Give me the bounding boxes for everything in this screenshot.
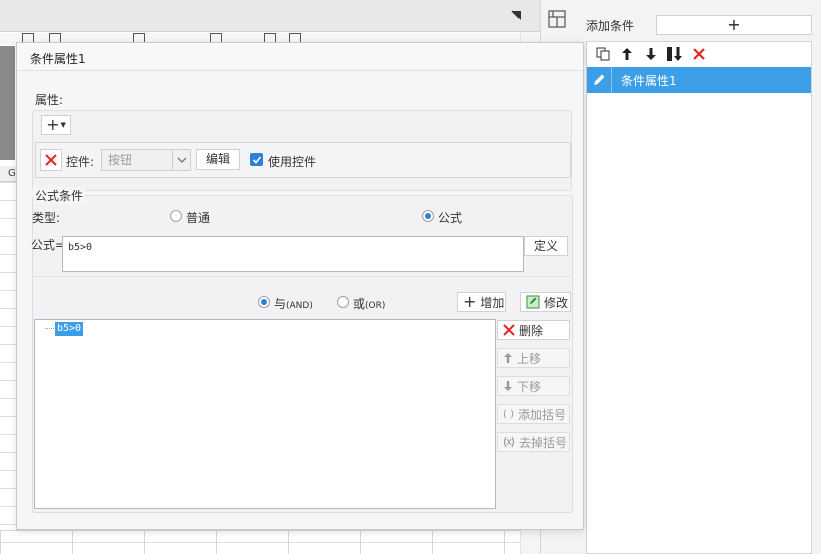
- condition-tree[interactable]: b5>0: [34, 319, 496, 509]
- condition-item-label: 条件属性1: [621, 73, 677, 88]
- check-icon: [252, 155, 261, 164]
- parentheses-icon: ( ): [503, 408, 514, 420]
- delete-condition-button[interactable]: 删除: [497, 320, 570, 340]
- remove-parentheses-button-label: 去掉括号: [519, 435, 568, 450]
- divider: [33, 276, 571, 277]
- chevron-down-icon: [172, 150, 190, 170]
- logic-and-radio[interactable]: [258, 296, 270, 308]
- add-condition-item-button[interactable]: + 增加: [457, 292, 506, 312]
- control-select-value: 按钮: [108, 153, 133, 167]
- modify-icon: [526, 295, 540, 309]
- type-normal-label: 普通: [186, 211, 211, 225]
- plus-icon: +: [727, 15, 741, 34]
- control-select[interactable]: 按钮: [101, 149, 191, 171]
- layout-icon[interactable]: [546, 8, 568, 30]
- properties-legend: 属性:: [33, 91, 66, 108]
- delete-icon: [45, 154, 57, 166]
- dialog-title-bar: 条件属性1: [17, 43, 583, 71]
- dialog-title: 条件属性1: [30, 52, 86, 66]
- type-formula-radio[interactable]: [422, 210, 434, 222]
- logic-or-code: (OR): [365, 301, 386, 311]
- copy-icon[interactable]: [593, 44, 613, 64]
- move-up-button[interactable]: 上移: [497, 348, 570, 368]
- add-button-label: 增加: [480, 295, 505, 310]
- column-header-g: G: [8, 168, 16, 179]
- logic-and-code: (AND): [286, 301, 313, 311]
- delete-property-button[interactable]: [40, 149, 62, 171]
- condition-list-toolbar: [587, 42, 811, 66]
- sort-down-icon[interactable]: [665, 44, 685, 64]
- formula-label: 公式=: [31, 238, 66, 252]
- use-control-label: 使用控件: [268, 155, 317, 169]
- background-title-bar: [0, 0, 540, 32]
- arrow-down-icon[interactable]: [641, 44, 661, 64]
- arrow-up-icon: [504, 353, 512, 363]
- arrow-up-icon[interactable]: [617, 44, 637, 64]
- logic-or-radio[interactable]: [337, 296, 349, 308]
- plus-icon: +: [463, 292, 477, 311]
- logic-or-label: 或(OR): [353, 295, 385, 312]
- formula-condition-legend: 公式条件: [33, 187, 86, 204]
- add-condition-label: 添加条件: [586, 19, 635, 33]
- add-property-button[interactable]: + ▼: [41, 115, 71, 135]
- plus-icon: +: [46, 115, 60, 134]
- remove-parentheses-button[interactable]: 去掉括号: [497, 432, 570, 452]
- move-down-button-label: 下移: [517, 379, 542, 394]
- remove-parentheses-icon: [503, 436, 515, 448]
- collapse-panel-icon[interactable]: [511, 10, 523, 22]
- define-button[interactable]: 定义: [524, 236, 568, 256]
- tree-connector: [45, 328, 54, 329]
- logic-and-text: 与: [274, 297, 287, 311]
- dropdown-arrow-icon: ▼: [60, 121, 66, 129]
- condition-properties-dialog: 条件属性1 属性: + ▼ 控件: 按钮 编辑 使用控件 公式条件 类型: 普通…: [16, 42, 584, 530]
- pencil-icon: [587, 67, 612, 93]
- delete-button-label: 删除: [519, 323, 544, 338]
- add-parentheses-button[interactable]: ( ) 添加括号: [497, 404, 570, 424]
- add-parentheses-button-label: 添加括号: [517, 407, 566, 422]
- logic-or-text: 或: [353, 297, 366, 311]
- modify-button[interactable]: 修改: [520, 292, 571, 312]
- property-row: 控件: 按钮 编辑 使用控件: [35, 142, 571, 178]
- delete-icon[interactable]: [689, 44, 709, 64]
- type-formula-label: 公式: [438, 211, 463, 225]
- logic-and-label: 与(AND): [274, 295, 313, 312]
- type-label: 类型:: [32, 211, 61, 225]
- tree-node[interactable]: b5>0: [55, 322, 84, 336]
- move-down-button[interactable]: 下移: [497, 376, 570, 396]
- condition-list-item[interactable]: 条件属性1: [587, 67, 811, 93]
- move-up-button-label: 上移: [517, 351, 542, 366]
- control-label: 控件:: [66, 155, 95, 169]
- delete-icon: [503, 324, 515, 336]
- spreadsheet-grid-columns: [0, 530, 520, 554]
- background-image-thumbnail: [0, 46, 15, 160]
- edit-button[interactable]: 编辑: [196, 149, 240, 170]
- type-normal-radio[interactable]: [170, 210, 182, 222]
- formula-input[interactable]: b5>0: [62, 236, 524, 272]
- add-condition-button[interactable]: +: [656, 15, 812, 35]
- arrow-down-icon: [504, 381, 512, 391]
- use-control-checkbox[interactable]: [250, 153, 263, 166]
- condition-list: 条件属性1: [586, 41, 812, 554]
- modify-button-label: 修改: [544, 295, 569, 310]
